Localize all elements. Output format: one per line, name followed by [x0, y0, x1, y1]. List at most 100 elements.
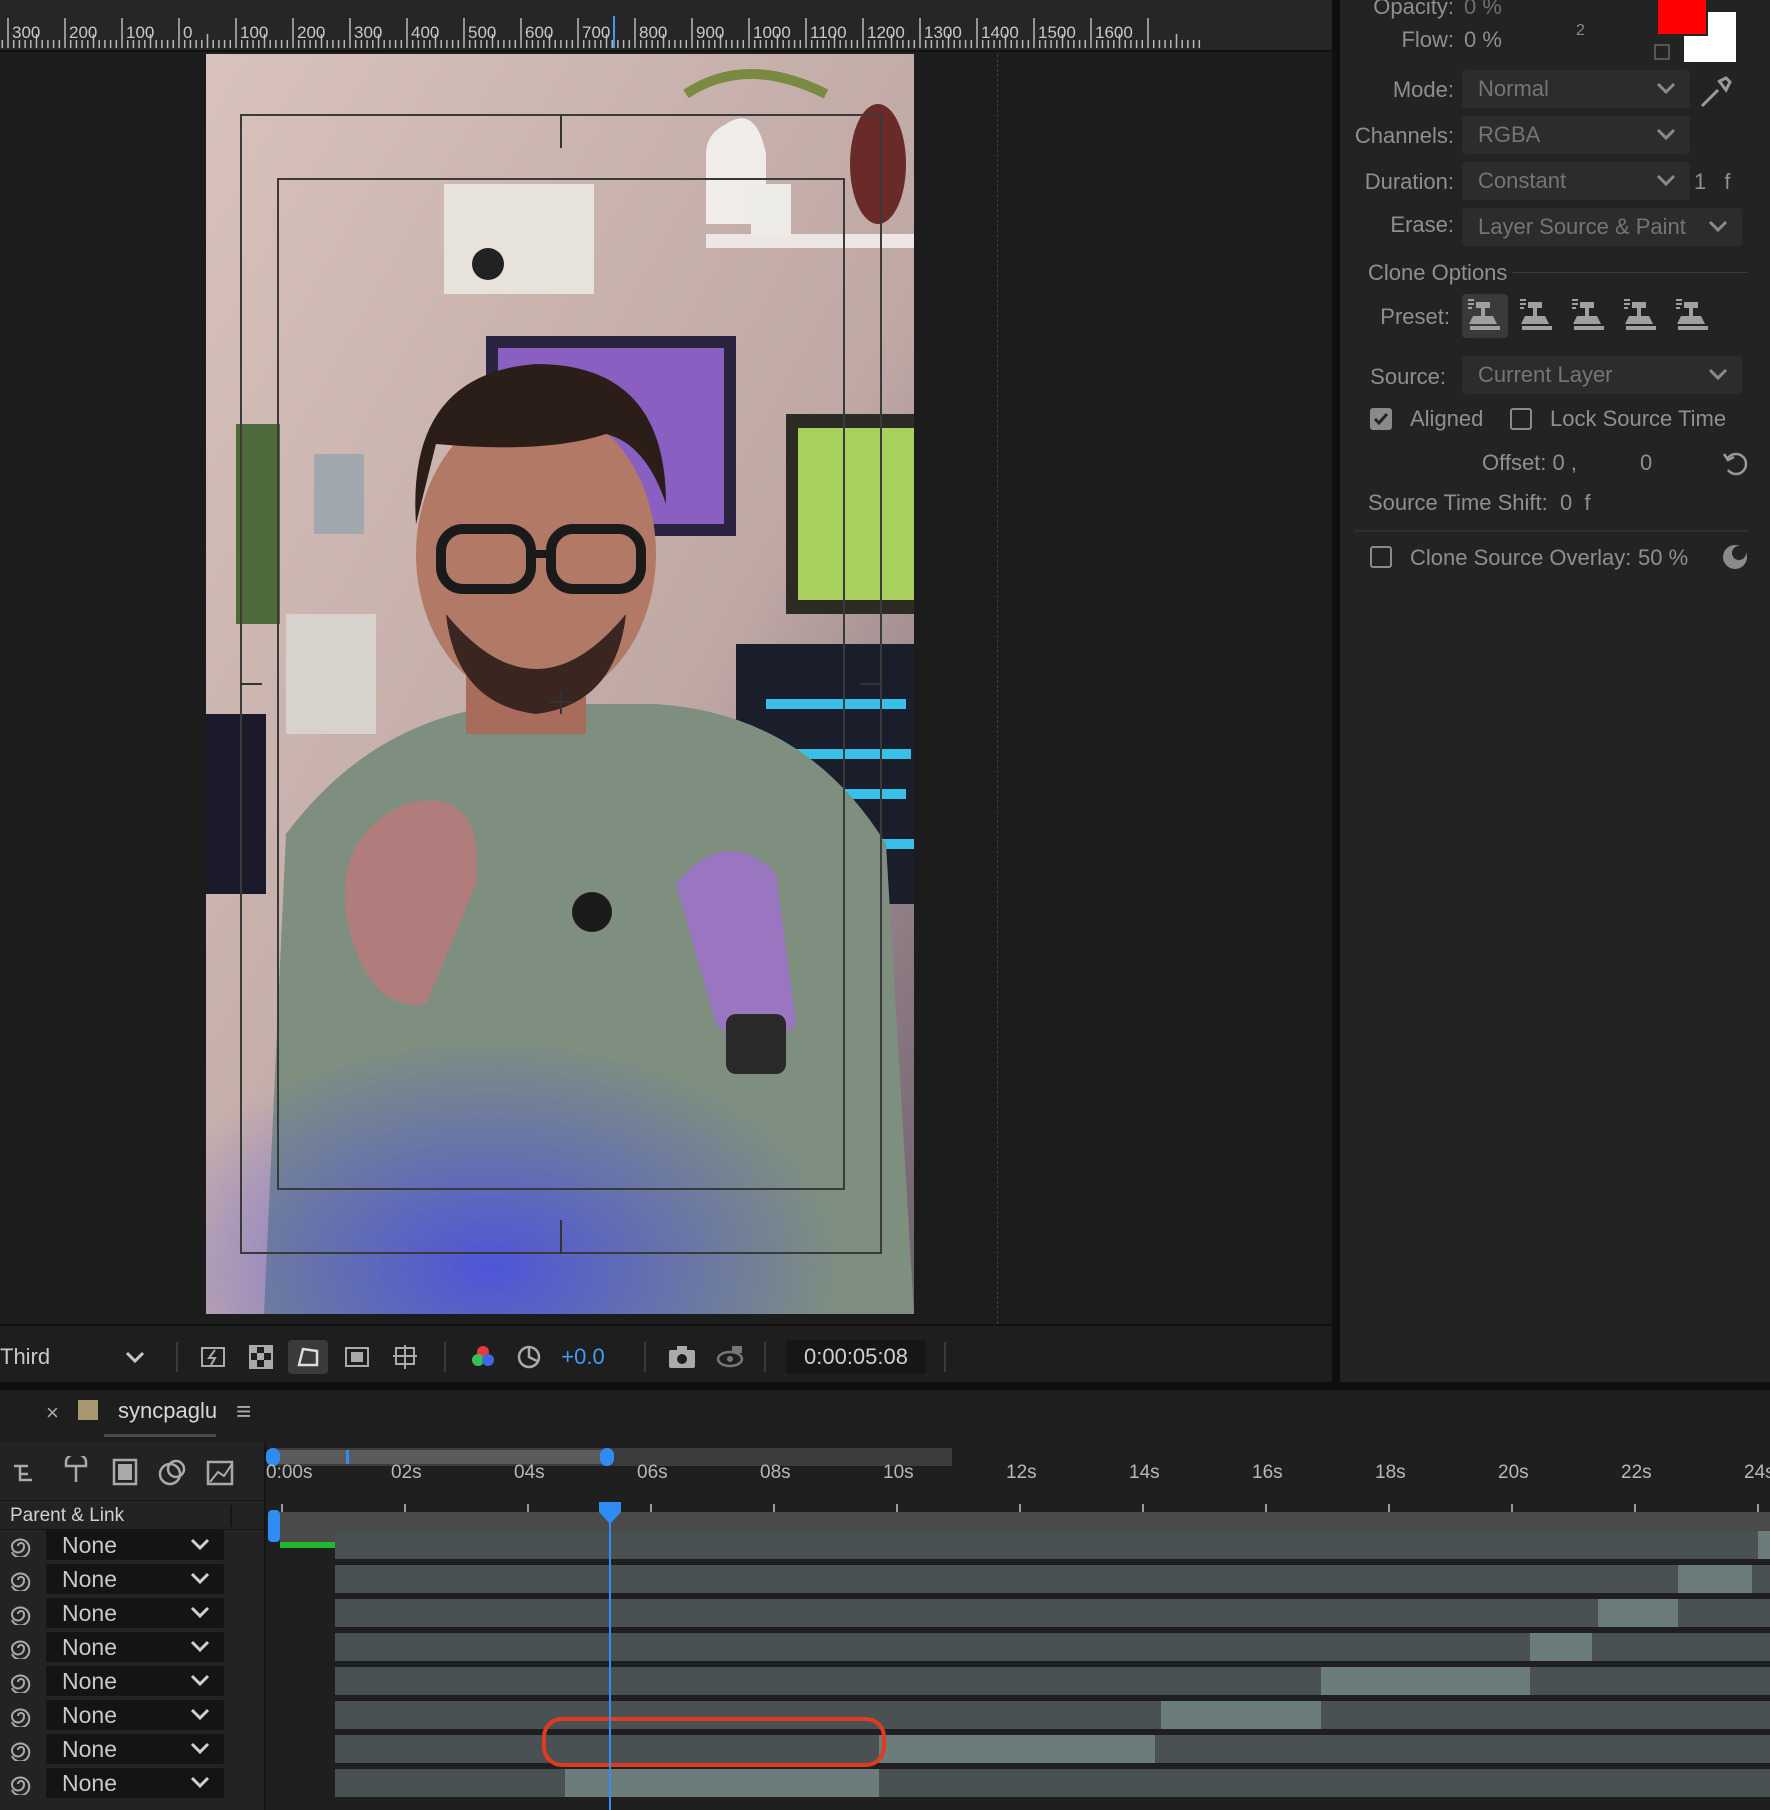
duration-frames[interactable]: 1 f [1694, 169, 1736, 195]
show-snapshot-icon[interactable] [712, 1340, 748, 1374]
aligned-checkbox[interactable] [1370, 408, 1392, 430]
current-time-field[interactable]: 0:00:05:08 [786, 1340, 926, 1374]
view-layout-select[interactable]: Third [0, 1340, 150, 1374]
clone-preset-5-button[interactable] [1670, 294, 1716, 338]
panel-divider[interactable] [1332, 0, 1340, 1382]
mask-visibility-icon[interactable] [288, 1340, 328, 1374]
layer-duration-bar[interactable] [335, 1667, 1770, 1695]
layer-duration-bar[interactable] [335, 1531, 1770, 1559]
parent-select[interactable]: None [46, 1700, 224, 1730]
layer-active-segment[interactable] [1758, 1531, 1770, 1559]
layer-active-segment[interactable] [878, 1735, 1156, 1763]
layer-duration-bar[interactable] [335, 1769, 1770, 1797]
layer-duration-bar[interactable] [335, 1599, 1770, 1627]
pick-whip-icon[interactable] [10, 1739, 32, 1761]
eyedropper-icon[interactable] [1694, 72, 1734, 112]
timeline-tracks[interactable]: 0:00s 02s 04s 06s 08s 10s 12s 14s 16s 18s 20s 22s 24… [266, 1442, 1770, 1810]
source-time-shift[interactable]: Source Time Shift: 0 f [1368, 490, 1591, 516]
work-area-range[interactable] [274, 1450, 610, 1464]
layer-active-segment[interactable] [1678, 1565, 1752, 1593]
ruler-label: 1100 [810, 23, 847, 42]
snapshot-camera-icon[interactable] [664, 1340, 700, 1374]
composition-viewer[interactable] [0, 54, 1332, 1324]
channels-dropdown[interactable]: RGBA [1462, 116, 1690, 154]
source-dropdown[interactable]: Current Layer [1462, 356, 1742, 394]
pick-whip-icon[interactable] [10, 1569, 32, 1591]
parent-link-header[interactable]: Parent & Link [10, 1505, 124, 1527]
ruler-label: 500 [468, 23, 496, 42]
ruler-label: 200 [69, 23, 97, 42]
highlight-annotation [542, 1717, 886, 1767]
layer-active-segment[interactable] [1598, 1599, 1679, 1627]
pick-whip-icon[interactable] [10, 1705, 32, 1727]
clone-preset-4-button[interactable] [1618, 294, 1664, 338]
layer-active-segment[interactable] [1321, 1667, 1531, 1695]
layer-row: None [0, 1766, 264, 1800]
pick-whip-icon[interactable] [10, 1603, 32, 1625]
grid-guides-icon[interactable] [388, 1340, 422, 1374]
layer-row: None [0, 1528, 264, 1562]
panel-menu-icon[interactable]: ≡ [236, 1396, 251, 1427]
playhead-handle[interactable] [598, 1502, 621, 1524]
pick-whip-icon[interactable] [10, 1535, 32, 1557]
paint-panel: Opacity: 0 % Flow: 0 % 2 Mode: Normal Ch… [1340, 0, 1770, 1382]
color-channels-icon[interactable] [466, 1340, 500, 1374]
transparency-grid-icon[interactable] [244, 1340, 278, 1374]
layer-row: None [0, 1698, 264, 1732]
viewer-toolbar: Third +0.0 0:00:05:08 [0, 1324, 1332, 1386]
parent-value: None [62, 1600, 117, 1626]
layer-duration-bar[interactable] [335, 1633, 1770, 1661]
clone-source-overlay-checkbox[interactable] [1370, 546, 1392, 568]
parent-select[interactable]: None [46, 1734, 224, 1764]
duration-dropdown[interactable]: Constant [1462, 162, 1690, 200]
reset-offset-icon[interactable] [1720, 448, 1750, 478]
work-area-marker [346, 1450, 349, 1464]
work-area-end-handle[interactable] [600, 1448, 614, 1466]
section-divider [1512, 272, 1748, 273]
clone-preset-2-button[interactable] [1514, 294, 1560, 338]
ruler-label: 1200 [867, 23, 905, 42]
swap-colors-icon[interactable] [1654, 44, 1670, 60]
parent-select[interactable]: None [46, 1632, 224, 1662]
flow-value[interactable]: 0 % [1464, 27, 1502, 53]
comp-tab[interactable]: syncpaglu [118, 1398, 217, 1424]
ruler-label: 600 [525, 23, 553, 42]
pick-whip-icon[interactable] [10, 1773, 32, 1795]
pick-whip-icon[interactable] [10, 1671, 32, 1693]
erase-dropdown[interactable]: Layer Source & Paint [1462, 208, 1742, 246]
layer-active-segment[interactable] [1161, 1701, 1322, 1729]
layer-row: None [0, 1596, 264, 1630]
layer-active-segment[interactable] [1530, 1633, 1592, 1661]
parent-value: None [62, 1736, 117, 1762]
chevron-down-icon [1656, 174, 1676, 187]
ruler-label: 1500 [1038, 23, 1076, 42]
opacity-value[interactable]: 0 % [1464, 0, 1502, 20]
offset-y-value[interactable]: 0 [1640, 450, 1652, 476]
lock-source-time-checkbox[interactable] [1510, 408, 1532, 430]
layer-row: None [0, 1630, 264, 1664]
time-label: 20s [1498, 1462, 1529, 1483]
time-label: 08s [760, 1462, 791, 1483]
region-of-interest-icon[interactable] [340, 1340, 374, 1374]
parent-select[interactable]: None [46, 1768, 224, 1798]
parent-select[interactable]: None [46, 1564, 224, 1594]
parent-select[interactable]: None [46, 1598, 224, 1628]
pick-whip-icon[interactable] [10, 1637, 32, 1659]
after-effects-window: 300 200 100 0 100 200 300 400 500 600 700 800 900 100… [0, 0, 1770, 1810]
clone-source-overlay-value[interactable]: 50 % [1638, 545, 1688, 571]
parent-select[interactable]: None [46, 1530, 224, 1560]
reset-exposure-icon[interactable] [512, 1340, 546, 1374]
exposure-value[interactable]: +0.0 [558, 1340, 608, 1374]
clone-stamp-icon [1624, 299, 1656, 330]
close-tab-icon[interactable]: × [46, 1400, 59, 1426]
foreground-color-swatch[interactable] [1656, 0, 1708, 36]
clone-preset-1-button[interactable] [1462, 294, 1508, 338]
difference-mode-icon[interactable] [1720, 542, 1750, 572]
mode-dropdown[interactable]: Normal [1462, 70, 1690, 108]
clone-preset-3-button[interactable] [1566, 294, 1612, 338]
panel-divider[interactable] [0, 1382, 1770, 1390]
layer-duration-bar[interactable] [335, 1565, 1770, 1593]
fast-preview-icon[interactable] [196, 1340, 230, 1374]
layer-active-segment[interactable] [564, 1769, 879, 1797]
parent-select[interactable]: None [46, 1666, 224, 1696]
